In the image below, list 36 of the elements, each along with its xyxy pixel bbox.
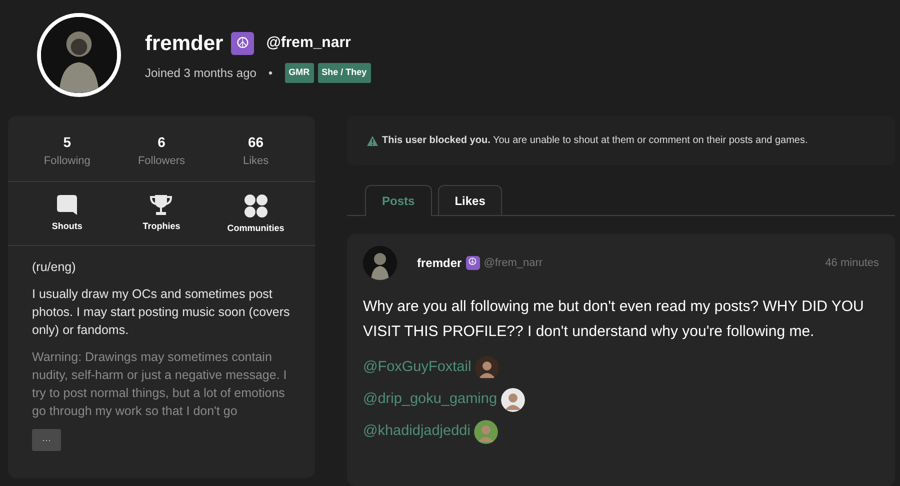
warning-icon (367, 136, 378, 146)
bio-paragraph: Warning: Drawings may sometimes contain nudity, self-harm or just a negative message. I try to post normal things, but a lot of emotions go through my work so that I don't go (32, 349, 288, 420)
stat-label: Followers (136, 154, 186, 169)
mention-link[interactable]: @khadidjadjeddi (363, 421, 470, 443)
more-button[interactable]: ··· (32, 429, 61, 451)
profile-tab[interactable]: Posts (365, 185, 432, 216)
profile-tag: She / They (318, 63, 371, 82)
communities-link[interactable]: Communities (210, 194, 301, 235)
separator-dot: • (268, 64, 273, 82)
shouts-link[interactable]: Shouts (22, 194, 112, 235)
profile-tab[interactable]: Likes (438, 185, 502, 215)
trophy-icon (150, 194, 172, 216)
stat-count: 5 (62, 133, 72, 152)
author-avatar (363, 246, 397, 280)
peace-badge: ☮ (466, 256, 480, 270)
alert-text: This user blocked you. You are unable to shout at them or comment on their posts and games. (382, 134, 808, 148)
post-time: 46 minutes (825, 256, 879, 271)
mention-link[interactable]: @drip_goku_gaming (363, 389, 498, 411)
mention-link[interactable]: @FoxGuyFoxtail (363, 357, 472, 379)
stat-label: Likes (242, 154, 270, 169)
joined-date: Joined 3 months ago (145, 64, 256, 82)
stat-count: 66 (247, 133, 265, 152)
display-name: fremder (145, 30, 224, 56)
user-handle: @frem_narr (266, 33, 351, 53)
stat-label: Following (42, 154, 92, 169)
bio-paragraph: I usually draw my OCs and sometimes post photos. I may start posting music soon (covers only) or fandoms. (32, 286, 291, 339)
profile-tag: GMR (284, 63, 314, 82)
stat-count: 6 (156, 133, 166, 152)
peace-badge: ☮ (231, 32, 254, 55)
author-name[interactable]: fremder (417, 254, 462, 272)
post-text: Why are you all following me but don't even read my posts? WHY DID YOU VISIT THIS PROFILE?? I don't understand why you're following me. (363, 297, 865, 342)
author-handle: @frem_narr (484, 256, 543, 271)
trophies-link[interactable]: Trophies (116, 194, 206, 235)
bio-paragraph: (ru/eng) (32, 259, 77, 276)
grid-circles-icon (244, 194, 268, 218)
speech-bubble-icon (56, 194, 78, 216)
